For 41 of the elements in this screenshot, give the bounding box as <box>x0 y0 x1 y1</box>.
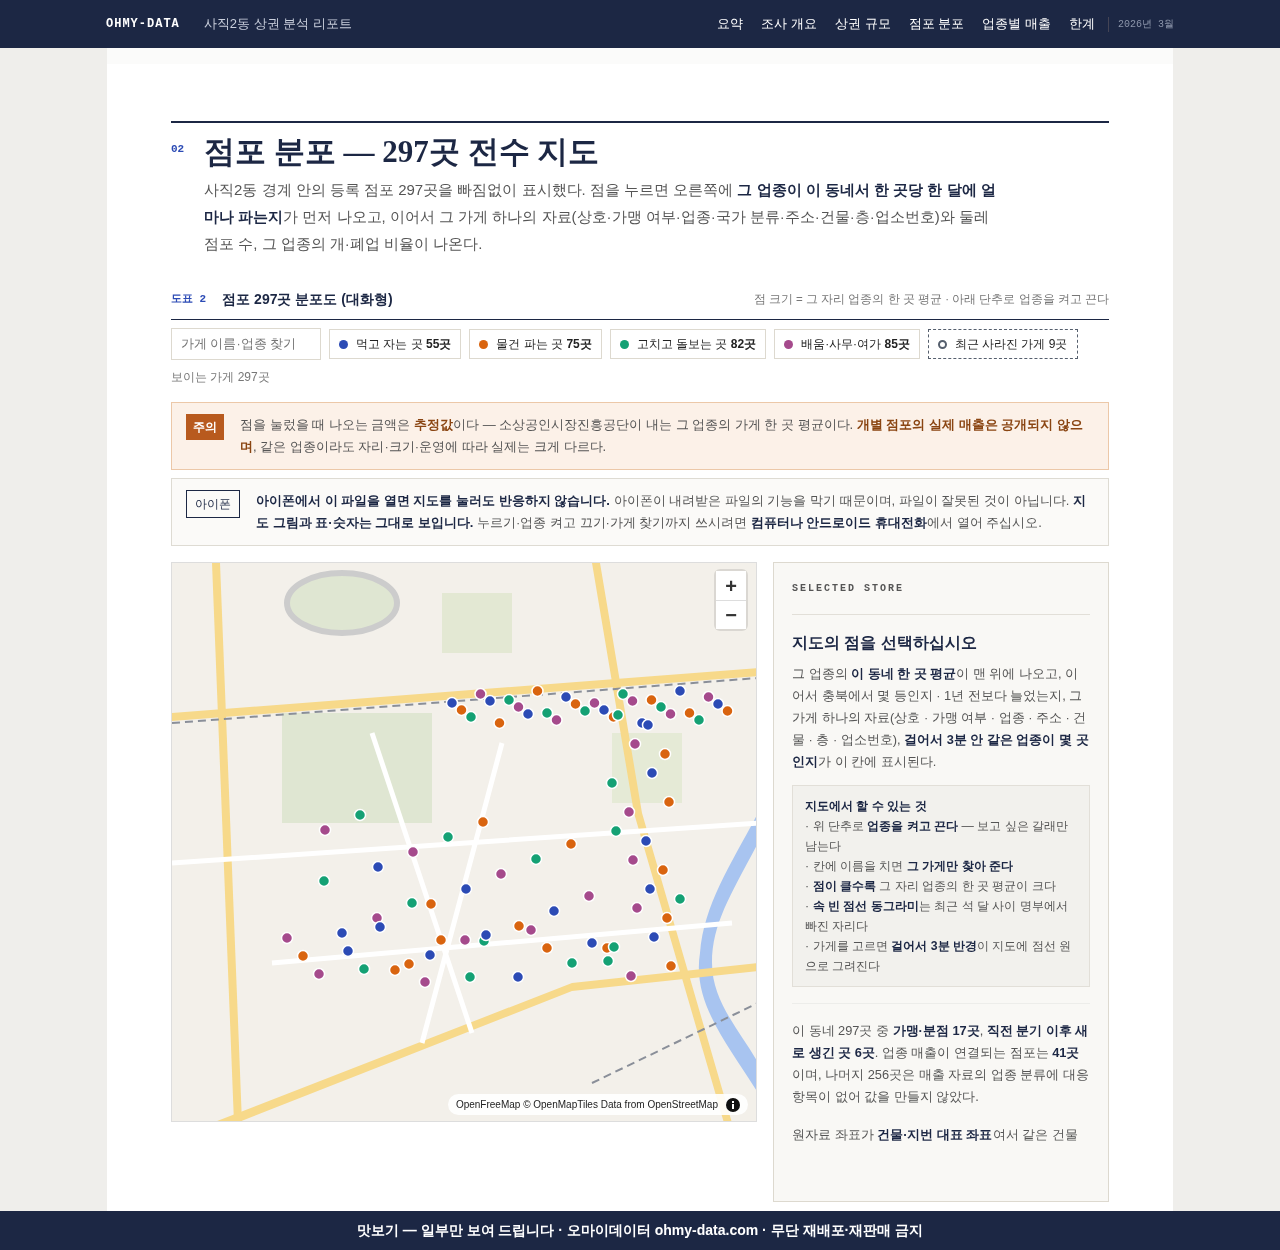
report-title: 사직2동 상권 분석 리포트 <box>203 15 352 34</box>
nav-link[interactable]: 조사 개요 <box>752 14 827 34</box>
attribution-text: OpenFreeMap © OpenMapTiles Data from OpenStreetMap <box>455 1098 718 1113</box>
figure-note: 점 크기 = 그 자리 업종의 한 곳 평균 · 아래 단추로 업종을 켜고 끈다 <box>753 292 1109 308</box>
search-field[interactable]: 가게 이름·업종 찾기 <box>171 328 321 361</box>
tip-item: · 가게를 고르면 걸어서 3분 반경이 지도에 점선 원으로 그려진다 <box>805 938 1073 976</box>
section-number: 02 <box>171 142 186 157</box>
device-tag: 아이폰 <box>186 490 240 519</box>
category-filter-button[interactable]: 먹고 자는 곳 55곳 <box>329 329 462 360</box>
caution-tag: 주의 <box>186 414 224 441</box>
nav-link[interactable]: 한계 <box>1060 14 1104 34</box>
category-filter-button[interactable]: 배움·사무·여가 85곳 <box>774 329 920 360</box>
panel-paragraph: 원자료 좌표가 건물·지번 대표 좌표여서 같은 건물 <box>792 1126 1079 1145</box>
panel-paragraph: 이 동네 297곳 중 가맹·분점 17곳, 직전 분기 이후 새로 생긴 곳 6곳. 업종 매출이 연결되는 점포는 41곳이며, 나머지 256곳은 매출 자료의 업종 분류에 대응 항목이 없어 값을 만들지 않았다. <box>792 1022 1090 1107</box>
section-title: 점포 분포 — 297곳 전수 지도 <box>204 133 601 171</box>
panel-description: 그 업종의 이 동네 한 곳 평균이 맨 위에 나오고, 이어서 충북에서 몇 등인지 · 1년 전보다 늘었는지, 그 가게 하나의 자료(상호 · 가맹 여부 · 업종 · 주소 · 건물 · 층 · 업소번호), 걸어서 3분 안 같은 업종이 몇 곳인지가 이 칸에 표시된다. <box>792 665 1090 772</box>
tip-item: · 점이 클수록 그 자리 업종의 한 곳 평균이 크다 <box>805 878 1057 896</box>
nav-link[interactable]: 업종별 매출 <box>973 14 1060 34</box>
tip-item: · 속 빈 점선 동그라미는 최근 석 달 사이 명부에서 빠진 자리다 <box>805 898 1069 936</box>
category-filter-button[interactable]: 고치고 돌보는 곳 82곳 <box>609 329 767 360</box>
zoom-out-button[interactable]: − <box>716 600 746 630</box>
panel-title: 지도의 점을 선택하십시오 <box>792 633 978 654</box>
nav-link[interactable]: 요약 <box>708 14 753 34</box>
visible-count: 보이는 가게 297곳 <box>171 369 271 387</box>
tip-item: · 칸에 이름을 치면 그 가게만 찾아 준다 <box>805 858 1014 876</box>
tip-item: · 위 단추로 업종을 켜고 끈다 — 보고 싶은 갈래만 남는다 <box>805 818 1070 856</box>
date-label: 2026년 3월 <box>1108 16 1174 32</box>
tips-title: 지도에서 할 수 있는 것 <box>805 798 928 816</box>
notice-text: 점을 눌렀을 때 나오는 금액은 추정값이다 — 소상공인시장진흥공단이 내는 그 업종의 가게 한 곳 평균이다. 개별 점포의 실제 매출은 공개되지 않으며, 같은 업종이라도 자리·크기·운영에 따라 실제는 크게 다르다. <box>240 416 1084 457</box>
closed-store-filter-button[interactable]: 최근 사라진 가게 9곳 <box>927 329 1078 360</box>
figure-label: 도표 2 <box>171 292 207 308</box>
panel-eyebrow: SELECTED STORE <box>792 581 1090 616</box>
intro-paragraph: 사직2동 경계 안의 등록 점포 297곳을 빠짐없이 표시했다. 점을 누르면 오른쪽에 그 업종이 이 동네서 한 곳당 한 달에 얼마나 파는지가 먼저 나오고, 이어서 그 가게 하나의 자료(상호·가맹 여부·업종·국가 분류·주소·건물·층·업소번호)와 둘레 점포 수, 그 업종의 개·폐업 비율이 나온다. <box>204 180 997 255</box>
brand-logo[interactable]: OHMY-DATA <box>106 15 180 33</box>
banner-text: 맛보기 — 일부만 보여 드립니다 · 오마이데이터 ohmy-data.com · 무단 재배포·재판매 금지 <box>356 1221 924 1240</box>
nav-link[interactable]: 점포 분포 <box>899 14 974 34</box>
figure-title: 점포 297곳 분포도 (대화형) <box>222 290 393 310</box>
category-filter-button[interactable]: 물건 파는 곳 75곳 <box>469 329 602 360</box>
notice-text: 아이폰에서 이 파일을 열면 지도를 눌러도 반응하지 않습니다. 아이폰이 내려받은 파일의 기능을 막기 때문이며, 파일이 잘못된 것이 아닙니다. 지도 그림과 표·숫자는 그대로 보입니다. 누르기·업종 켜고 끄기·가게 찾기까지 쓰시려면 컴퓨터나 안드로이드 휴대전화에서 열어 주십시오. <box>256 492 1087 533</box>
info-icon[interactable] <box>726 1097 740 1112</box>
nav-link[interactable]: 상권 규모 <box>826 14 900 34</box>
